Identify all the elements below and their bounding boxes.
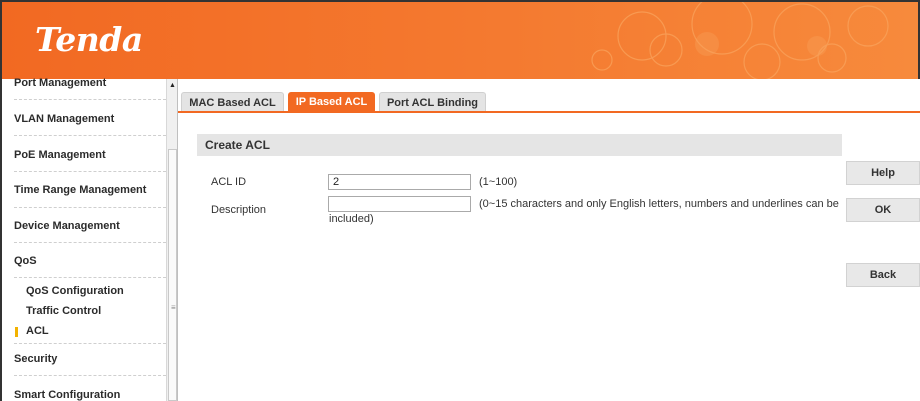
sidebar-item-device-management[interactable]: Device Management	[14, 220, 166, 232]
sidebar-subitem-qos-configuration[interactable]: QoS Configuration	[26, 285, 124, 297]
sidebar-divider	[14, 242, 166, 243]
sidebar-divider	[14, 207, 166, 208]
sidebar: Port Management VLAN Management PoE Mana…	[0, 77, 178, 401]
description-input[interactable]	[328, 196, 471, 212]
tab-mac-based-acl[interactable]: MAC Based ACL	[181, 92, 284, 112]
sidebar-divider	[14, 135, 166, 136]
sidebar-item-qos[interactable]: QoS	[14, 255, 166, 267]
acl-id-label: ACL ID	[211, 176, 247, 188]
sidebar-item-smart-configuration[interactable]: Smart Configuration	[14, 389, 166, 401]
sidebar-item-port-management[interactable]: Port Management	[14, 77, 166, 89]
help-button[interactable]: Help	[846, 161, 920, 185]
scrollbar-thumb[interactable]: ≡	[168, 149, 177, 401]
sidebar-item-security[interactable]: Security	[14, 353, 166, 365]
description-hint-continued: included)	[329, 213, 374, 225]
tab-port-acl-binding[interactable]: Port ACL Binding	[379, 92, 486, 112]
description-hint: (0~15 characters and only English letter…	[479, 198, 839, 210]
acl-tabs: MAC Based ACL IP Based ACL Port ACL Bind…	[178, 79, 920, 113]
acl-id-input[interactable]	[328, 174, 471, 190]
description-label: Description	[211, 204, 267, 216]
sidebar-divider	[14, 99, 166, 100]
sidebar-subitem-acl[interactable]: ACL	[26, 325, 49, 337]
acl-id-range-hint: (1~100)	[479, 176, 518, 188]
sidebar-item-vlan-management[interactable]: VLAN Management	[14, 113, 166, 125]
sidebar-scrollbar[interactable]: ▲ ≡	[166, 79, 178, 401]
sidebar-item-time-range-management[interactable]: Time Range Management	[14, 184, 166, 196]
sidebar-divider	[14, 277, 166, 278]
tenda-logo: Tenda	[35, 20, 143, 59]
sidebar-divider	[14, 171, 166, 172]
back-button[interactable]: Back	[846, 263, 920, 287]
tab-underline	[178, 111, 920, 113]
sidebar-subitem-traffic-control[interactable]: Traffic Control	[26, 305, 101, 317]
header-banner: Tenda	[0, 0, 920, 79]
scroll-up-icon[interactable]: ▲	[167, 79, 178, 93]
sidebar-item-poe-management[interactable]: PoE Management	[14, 149, 166, 161]
grip-icon: ≡	[171, 303, 176, 312]
tab-ip-based-acl[interactable]: IP Based ACL	[288, 92, 375, 112]
sidebar-divider	[14, 343, 166, 344]
section-title: Create ACL	[197, 134, 842, 156]
ok-button[interactable]: OK	[846, 198, 920, 222]
sidebar-divider	[14, 375, 166, 376]
selected-marker	[15, 327, 18, 337]
